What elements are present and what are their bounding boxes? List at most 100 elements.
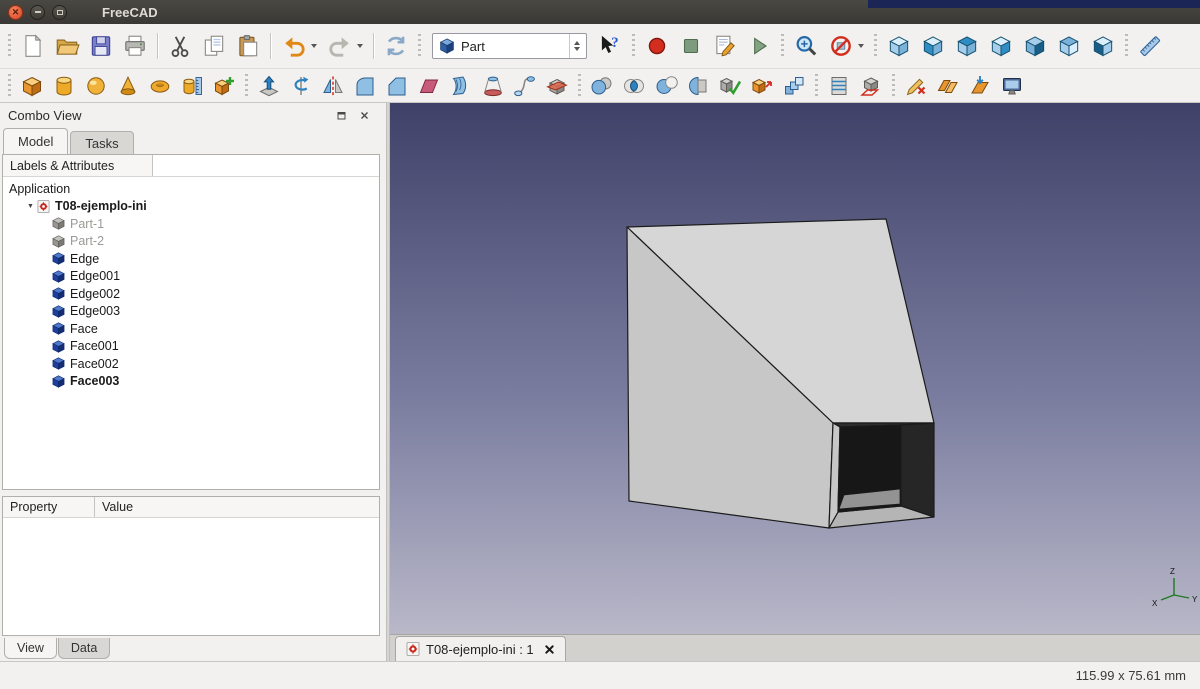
tree-item-face003[interactable]: Face003 [3, 373, 379, 391]
tree-item-face001[interactable]: Face001 [3, 338, 379, 356]
macro-record-button[interactable] [641, 30, 673, 62]
part-boolean-union-button[interactable] [587, 72, 617, 100]
whats-this-button[interactable] [594, 30, 626, 62]
save-document-button[interactable] [85, 30, 117, 62]
sketch-map-button[interactable] [965, 72, 995, 100]
tree-item-face002[interactable]: Face002 [3, 355, 379, 373]
view-isometric-button[interactable] [883, 30, 915, 62]
dropdown-arrow-icon[interactable] [311, 44, 317, 48]
workbench-selector[interactable]: Part [432, 33, 587, 59]
part-shape-2d-view-button[interactable] [856, 72, 886, 100]
macro-play-button[interactable] [743, 30, 775, 62]
combo-spinner[interactable] [569, 34, 584, 58]
tree-expander-icon[interactable]: ▼ [24, 203, 37, 210]
3d-viewport[interactable]: Z Y X [390, 103, 1200, 634]
refresh-button[interactable] [380, 30, 412, 62]
measure-linear-button[interactable] [1134, 30, 1166, 62]
part-mirror-button[interactable] [318, 72, 348, 100]
part-loft-button[interactable] [478, 72, 508, 100]
document-tab[interactable]: T08-ejemplo-ini : 1 [395, 636, 566, 661]
part-revolve-button[interactable] [286, 72, 316, 100]
view-right-button[interactable] [985, 30, 1017, 62]
part-boolean-button[interactable] [683, 72, 713, 100]
part-sweep-button[interactable] [510, 72, 540, 100]
sketch-planes-button[interactable] [933, 72, 963, 100]
toolbar-drag-handle[interactable] [8, 74, 11, 98]
fit-all-button[interactable] [790, 30, 822, 62]
tree-item-application[interactable]: Application [3, 180, 379, 198]
sketch-view-section-button[interactable] [997, 72, 1027, 100]
part-ruled-surface-button[interactable] [446, 72, 476, 100]
part-shape-builder-button[interactable] [209, 72, 239, 100]
part-cross-sections-button[interactable] [824, 72, 854, 100]
tab-model[interactable]: Model [3, 128, 68, 154]
window-close-button[interactable]: ✕ [8, 5, 23, 20]
tree-item-edge[interactable]: Edge [3, 250, 379, 268]
view-top-button[interactable] [951, 30, 983, 62]
ic-p-chamfer-icon [385, 74, 409, 98]
window-minimize-button[interactable] [30, 5, 45, 20]
part-boolean-cut-button[interactable] [651, 72, 681, 100]
dropdown-arrow-icon[interactable] [357, 44, 363, 48]
macro-edit-button[interactable] [709, 30, 741, 62]
part-make-face-button[interactable] [414, 72, 444, 100]
dropdown-arrow-icon[interactable] [858, 44, 864, 48]
toolbar-drag-handle[interactable] [781, 34, 784, 58]
tab-data[interactable]: Data [58, 638, 110, 659]
part-fillet-button[interactable] [350, 72, 380, 100]
paste-button[interactable] [232, 30, 264, 62]
tree-item-t08-ejemplo-ini[interactable]: ▼T08-ejemplo-ini [3, 198, 379, 216]
part-primitives-button[interactable] [177, 72, 207, 100]
toolbar-drag-handle[interactable] [892, 74, 895, 98]
sketch-leave-edit-button[interactable] [901, 72, 931, 100]
model-right-face[interactable] [901, 423, 934, 517]
tree-item-edge003[interactable]: Edge003 [3, 303, 379, 321]
tree-item-part-1[interactable]: Part-1 [3, 215, 379, 233]
tree-item-edge002[interactable]: Edge002 [3, 285, 379, 303]
open-document-button[interactable] [51, 30, 83, 62]
toolbar-drag-handle[interactable] [874, 34, 877, 58]
part-torus-button[interactable] [145, 72, 175, 100]
view-left-button[interactable] [1087, 30, 1119, 62]
part-check-geometry-button[interactable] [715, 72, 745, 100]
window-maximize-button[interactable] [52, 5, 67, 20]
view-rear-button[interactable] [1019, 30, 1051, 62]
draw-style-button[interactable] [824, 30, 868, 62]
new-document-button[interactable] [17, 30, 49, 62]
part-cylinder-button[interactable] [49, 72, 79, 100]
panel-close-button[interactable] [357, 108, 372, 123]
toolbar-drag-handle[interactable] [245, 74, 248, 98]
part-sphere-button[interactable] [81, 72, 111, 100]
tree-item-face[interactable]: Face [3, 320, 379, 338]
tree-item-label: Edge003 [70, 304, 120, 318]
toolbar-drag-handle[interactable] [8, 34, 11, 58]
tab-tasks[interactable]: Tasks [70, 131, 133, 154]
panel-float-button[interactable] [334, 108, 349, 123]
tree-item-edge001[interactable]: Edge001 [3, 268, 379, 286]
part-chamfer-button[interactable] [382, 72, 412, 100]
toolbar-drag-handle[interactable] [632, 34, 635, 58]
ic-p-defeat-icon [750, 74, 774, 98]
part-box-button[interactable] [17, 72, 47, 100]
redo-button[interactable] [323, 30, 367, 62]
print-button[interactable] [119, 30, 151, 62]
part-cone-button[interactable] [113, 72, 143, 100]
toolbar-drag-handle[interactable] [1125, 34, 1128, 58]
part-section-button[interactable] [542, 72, 572, 100]
undo-button[interactable] [277, 30, 321, 62]
tab-view[interactable]: View [4, 638, 57, 659]
macro-stop-button[interactable] [675, 30, 707, 62]
toolbar-drag-handle[interactable] [578, 74, 581, 98]
view-bottom-button[interactable] [1053, 30, 1085, 62]
copy-button[interactable] [198, 30, 230, 62]
cut-button[interactable] [164, 30, 196, 62]
part-compound-button[interactable] [779, 72, 809, 100]
part-defeaturing-button[interactable] [747, 72, 777, 100]
view-front-button[interactable] [917, 30, 949, 62]
part-extrude-button[interactable] [254, 72, 284, 100]
toolbar-drag-handle[interactable] [418, 34, 421, 58]
toolbar-drag-handle[interactable] [815, 74, 818, 98]
part-boolean-common-button[interactable] [619, 72, 649, 100]
tree-item-part-2[interactable]: Part-2 [3, 233, 379, 251]
close-document-icon[interactable] [544, 644, 555, 655]
